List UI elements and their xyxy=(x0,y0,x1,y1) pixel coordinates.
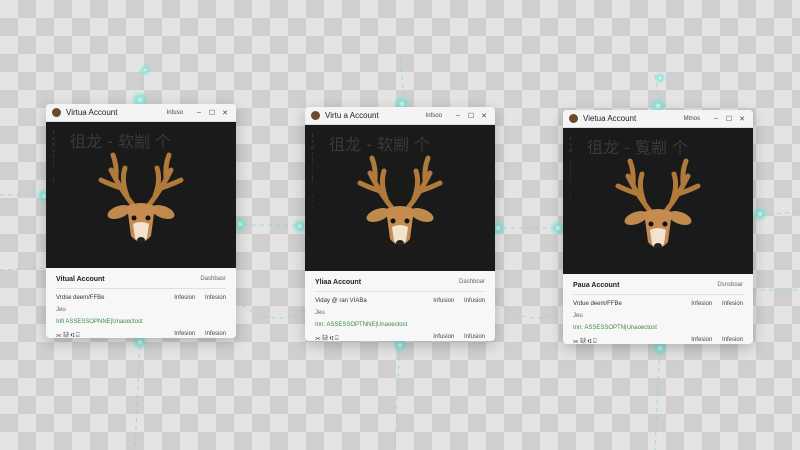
dashboard-link[interactable]: Dashboar xyxy=(459,279,485,285)
account-window-2[interactable]: Virtu a Account Infsoo – ☐ ✕ t s d : | ·… xyxy=(305,107,495,341)
account-window-3[interactable]: Vietua Account Mtnos – ☐ ✕ t s d : | : |… xyxy=(563,110,753,344)
title-bar[interactable]: Vietua Account Mtnos – ☐ ✕ xyxy=(563,110,753,128)
action-link-3[interactable]: Infusion xyxy=(433,334,454,340)
user-line: Viday @ ran VIABa xyxy=(315,298,367,304)
action-link-1[interactable]: Infesion xyxy=(691,301,712,307)
hero-panel: t s d : | : | : · · : · · · · · 徂龙 - 覧剬 … xyxy=(563,128,753,274)
close-icon[interactable]: ✕ xyxy=(737,115,747,123)
account-label: Yliaa Account xyxy=(315,278,362,286)
app-icon xyxy=(52,108,61,117)
code-column: t s d : | · : | · · : · · · · · xyxy=(311,133,315,229)
dashboard-link[interactable]: Dashbasr xyxy=(200,276,226,282)
minimize-icon[interactable]: – xyxy=(453,112,463,119)
user-line: Vrdse deem/FFBe xyxy=(56,295,105,301)
meta-line: Jeu xyxy=(573,313,583,319)
cjk-heading: 徂龙 - 软剬 个 xyxy=(329,135,431,154)
action-link-4[interactable]: Infesion xyxy=(722,337,743,343)
action-link-4[interactable]: Infusion xyxy=(464,334,485,340)
action-link-1[interactable]: Infusion xyxy=(433,298,454,304)
action-link-2[interactable]: Infesion xyxy=(205,295,226,301)
title-bar[interactable]: Virtua Account Infuso – ☐ ✕ xyxy=(46,104,236,122)
hero-panel: t s d : | · : | · · : · · · · · 徂龙 - 软剬 … xyxy=(305,125,495,271)
close-icon[interactable]: ✕ xyxy=(479,112,489,120)
title-bar[interactable]: Virtu a Account Infsoo – ☐ ✕ xyxy=(305,107,495,125)
deer-logo-icon xyxy=(615,158,701,249)
deer-logo-icon xyxy=(98,152,184,243)
maximize-icon[interactable]: ☐ xyxy=(466,112,476,120)
meta-line: Jeu xyxy=(56,307,66,313)
hero-panel: t c d s | | : · | · · · : · · · 徂龙 - 软剬 … xyxy=(46,122,236,268)
status-line: Infi ASSESSOPNNE|Unaoectost xyxy=(56,319,143,325)
window-title: Virtua Account xyxy=(66,108,118,117)
titlebar-menu-label[interactable]: Infuso xyxy=(167,110,183,116)
minimize-icon[interactable]: – xyxy=(711,115,721,122)
account-label: Paua Account xyxy=(573,281,620,289)
account-label: Vitual Account xyxy=(56,275,105,283)
code-column: t s d : | : | : · · : · · · · · xyxy=(569,136,573,232)
app-icon xyxy=(569,114,578,123)
minimize-icon[interactable]: – xyxy=(194,109,204,116)
action-link-2[interactable]: Infusion xyxy=(464,298,485,304)
maximize-icon[interactable]: ☐ xyxy=(724,115,734,123)
maximize-icon[interactable]: ☐ xyxy=(207,109,217,117)
close-icon[interactable]: ✕ xyxy=(220,109,230,117)
account-window-1[interactable]: Virtua Account Infuso – ☐ ✕ t c d s | | … xyxy=(46,104,236,338)
titlebar-menu-label[interactable]: Mtnos xyxy=(684,116,700,122)
footer-icons: ⫘ 缺 ⑆ ⍇ xyxy=(56,333,80,338)
code-column: t c d s | | : · | · · · : · · · xyxy=(52,130,56,226)
cjk-heading: 徂龙 - 软剬 个 xyxy=(70,132,172,151)
status-line: Inn: ASSESSOPTNNE|Unaoectost xyxy=(315,322,408,328)
action-link-3[interactable]: Infesion xyxy=(691,337,712,343)
action-link-1[interactable]: Infesion xyxy=(174,295,195,301)
window-title: Virtu a Account xyxy=(325,111,379,120)
action-link-4[interactable]: Infesion xyxy=(205,331,226,337)
app-icon xyxy=(311,111,320,120)
cjk-heading: 徂龙 - 覧剬 个 xyxy=(587,138,689,157)
titlebar-menu-label[interactable]: Infsoo xyxy=(426,113,442,119)
user-line: Vrdue deem/FFBe xyxy=(573,301,622,307)
deer-logo-icon xyxy=(357,155,443,246)
window-title: Vietua Account xyxy=(583,114,637,123)
action-link-3[interactable]: Infesion xyxy=(174,331,195,337)
meta-line: Jeu xyxy=(315,310,325,316)
footer-icons: ⫘ 缺 ⑆ ⍇ xyxy=(315,336,339,341)
status-line: Inn: ASSESSOPTN|Unaoectost xyxy=(573,325,657,331)
footer-icons: ⫘ 缺 ⑆ ⍇ xyxy=(573,339,597,344)
action-link-2[interactable]: Infesion xyxy=(722,301,743,307)
dashboard-link[interactable]: Dsnsboar xyxy=(717,282,743,288)
